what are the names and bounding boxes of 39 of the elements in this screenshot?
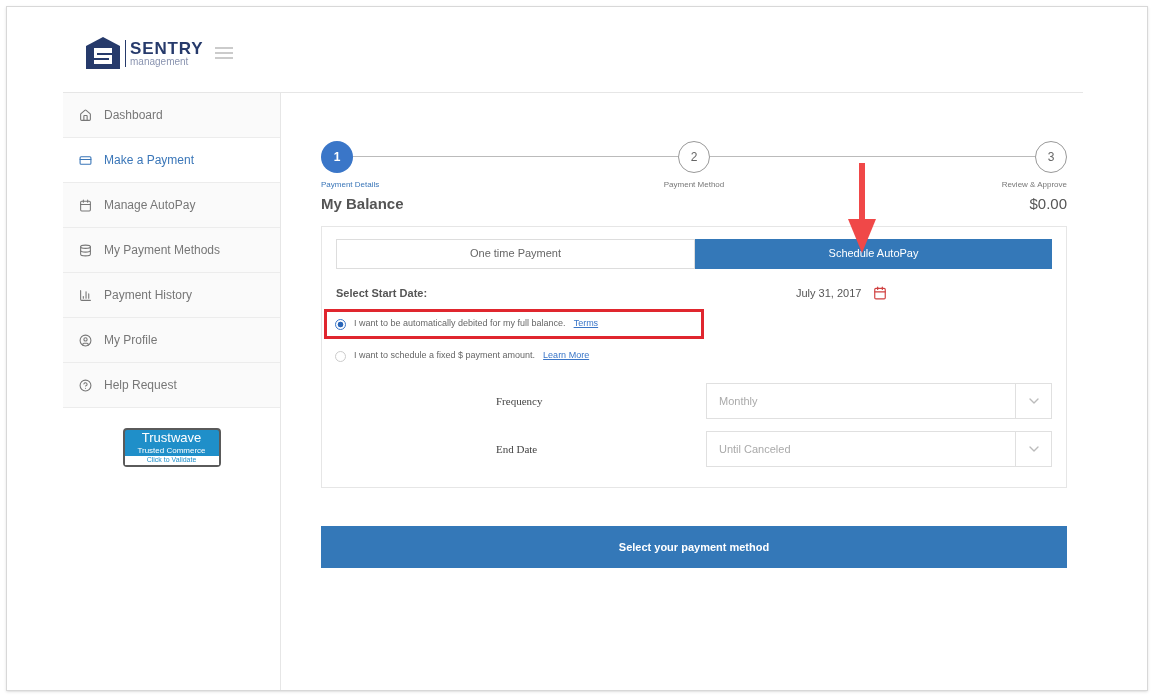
tab[interactable]: Schedule AutoPay [695,238,1052,269]
sidebar-item[interactable]: Help Request [63,363,280,408]
logo-name: SENTRY [130,39,204,57]
radio-button[interactable] [335,350,346,362]
sidebar-item[interactable]: Manage AutoPay [63,183,280,228]
option-text: I want to be automatically debited for my full balance. [354,317,566,331]
database-icon [79,243,92,257]
step-label: Payment Details [321,179,380,191]
step-label: Review & Approve [1001,179,1067,191]
logo-icon [85,36,121,70]
sidebar-item[interactable]: My Payment Methods [63,228,280,273]
card-icon [79,153,92,167]
select-field[interactable]: Monthly [706,383,1052,419]
home-icon [79,108,92,122]
balance-label: My Balance [321,194,404,214]
option-link[interactable]: Learn More [543,349,590,363]
logo-subtitle: management [130,56,190,67]
balance-amount: $0.00 [1029,194,1067,214]
calendar-icon[interactable] [873,285,888,300]
start-date-value: July 31, 2017 [796,285,862,301]
help-icon [79,378,92,392]
tab[interactable]: One time Payment [336,238,695,269]
field-label: Frequency [495,393,544,409]
submit-button[interactable]: Select your payment method [321,526,1067,568]
chart-icon [79,288,92,302]
select-field[interactable]: Until Canceled [706,431,1052,467]
step-label: Payment Method [663,179,725,191]
option-text: I want to schedule a fixed $ payment amount. [354,349,536,363]
radio-button[interactable] [335,318,346,330]
field-label: End Date [495,441,539,457]
start-date-label: Select Start Date: [336,285,429,301]
sidebar-item[interactable]: Dashboard [63,93,280,138]
badge-title: Trustwave [141,430,202,447]
calendar-icon [79,198,92,212]
sidebar-item[interactable]: My Profile [63,318,280,363]
sidebar-item[interactable]: Payment History [63,273,280,318]
user-icon [79,333,92,347]
badge-text: Trusted Commerce [137,446,206,457]
option-link[interactable]: Terms [573,317,599,331]
